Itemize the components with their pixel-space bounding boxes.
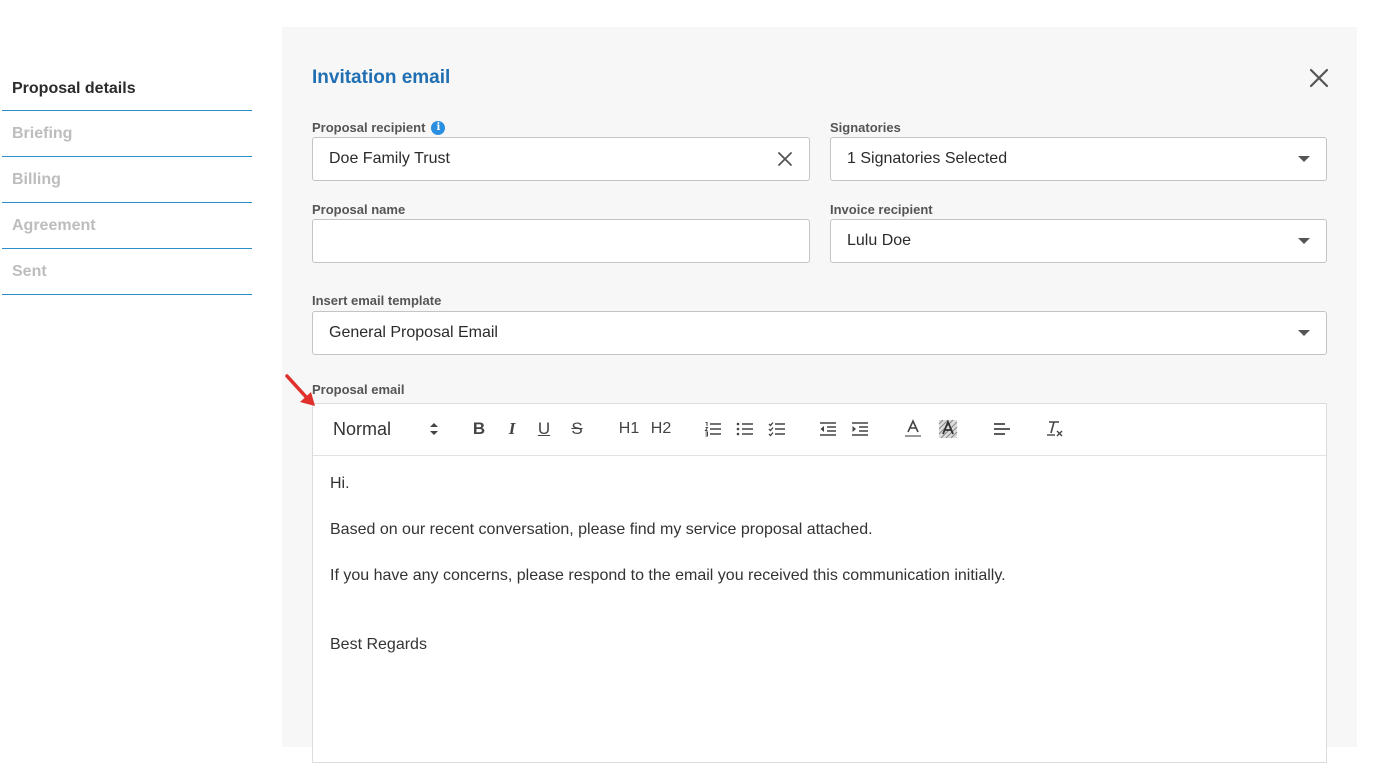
strikethrough-icon: S <box>571 419 583 438</box>
ordered-list-button[interactable] <box>703 416 723 442</box>
editor-toolbar: Normal B I U S H1 H2 <box>313 404 1326 456</box>
invoice-recipient-select[interactable]: Lulu Doe <box>830 219 1327 263</box>
email-line: If you have any concerns, please respond… <box>330 567 1006 584</box>
clear-icon[interactable] <box>777 151 793 167</box>
bullet-list-button[interactable] <box>735 416 755 442</box>
indent-button[interactable] <box>850 416 870 442</box>
italic-button[interactable]: I <box>502 416 522 442</box>
step-briefing[interactable]: Briefing <box>2 111 252 157</box>
proposal-email-editor[interactable]: Normal B I U S H1 H2 Hi. Based on our re… <box>312 403 1327 763</box>
strikethrough-button[interactable]: S <box>567 416 587 442</box>
email-line: Best Regards <box>330 636 427 653</box>
heading-1-icon: H1 <box>618 420 640 437</box>
highlight-color-icon <box>938 419 958 439</box>
email-template-select[interactable]: General Proposal Email <box>312 311 1327 355</box>
highlight-color-button[interactable] <box>937 416 959 442</box>
outdent-button[interactable] <box>818 416 838 442</box>
proposal-name-label: Proposal name <box>312 202 406 217</box>
clear-format-button[interactable] <box>1045 416 1065 442</box>
bold-icon: B <box>472 419 486 438</box>
updown-icon <box>430 423 438 435</box>
text-color-icon <box>905 419 921 437</box>
signatories-select[interactable]: 1 Signatories Selected <box>830 137 1327 181</box>
underline-icon: U <box>537 419 551 438</box>
steps-nav: Proposal details Briefing Billing Agreem… <box>2 67 252 295</box>
panel-title: Invitation email <box>312 67 451 88</box>
bold-button[interactable]: B <box>469 416 489 442</box>
italic-icon: I <box>508 419 516 438</box>
indent-icon <box>852 422 868 436</box>
align-left-button[interactable] <box>992 416 1012 442</box>
close-icon <box>1309 68 1329 88</box>
step-proposal-details[interactable]: Proposal details <box>2 67 252 111</box>
underline-button[interactable]: U <box>534 416 554 442</box>
heading-2-icon: H2 <box>650 420 672 437</box>
step-agreement[interactable]: Agreement <box>2 203 252 249</box>
heading-1-button[interactable]: H1 <box>617 416 641 442</box>
proposal-recipient-label: Proposal recipient i <box>312 120 446 135</box>
step-billing[interactable]: Billing <box>2 157 252 203</box>
close-button[interactable] <box>1306 65 1332 91</box>
signatories-label: Signatories <box>830 120 901 135</box>
proposal-name-field[interactable] <box>312 219 810 263</box>
chevron-down-icon <box>1298 330 1310 336</box>
bullet-list-icon <box>736 422 753 436</box>
red-arrow-annotation <box>285 374 315 406</box>
info-icon[interactable]: i <box>431 120 446 135</box>
ordered-list-icon <box>704 422 721 437</box>
checklist-button[interactable] <box>767 416 787 442</box>
invoice-recipient-label: Invoice recipient <box>830 202 933 217</box>
proposal-recipient-value: Doe Family Trust <box>329 150 450 167</box>
checklist-icon <box>768 422 785 437</box>
email-line: Hi. <box>330 475 350 492</box>
step-sent[interactable]: Sent <box>2 249 252 295</box>
chevron-down-icon <box>1298 238 1310 244</box>
proposal-email-label: Proposal email <box>312 382 405 397</box>
editor-body[interactable]: Hi. Based on our recent conversation, pl… <box>313 456 1326 699</box>
invoice-recipient-value: Lulu Doe <box>847 232 912 249</box>
invitation-email-panel: Invitation email Proposal recipient i Do… <box>282 27 1357 763</box>
chevron-down-icon <box>1298 156 1310 162</box>
email-template-value: General Proposal Email <box>329 324 498 341</box>
email-line: Based on our recent conversation, please… <box>330 521 873 538</box>
clear-format-icon <box>1047 421 1063 437</box>
outdent-icon <box>820 422 836 436</box>
text-color-button[interactable] <box>903 416 923 442</box>
align-left-icon <box>994 423 1010 435</box>
format-select[interactable]: Normal <box>333 416 443 442</box>
email-template-label: Insert email template <box>312 293 442 308</box>
heading-2-button[interactable]: H2 <box>649 416 673 442</box>
proposal-recipient-field[interactable]: Doe Family Trust <box>312 137 810 181</box>
proposal-name-input[interactable] <box>329 231 793 251</box>
signatories-value: 1 Signatories Selected <box>847 150 1008 167</box>
